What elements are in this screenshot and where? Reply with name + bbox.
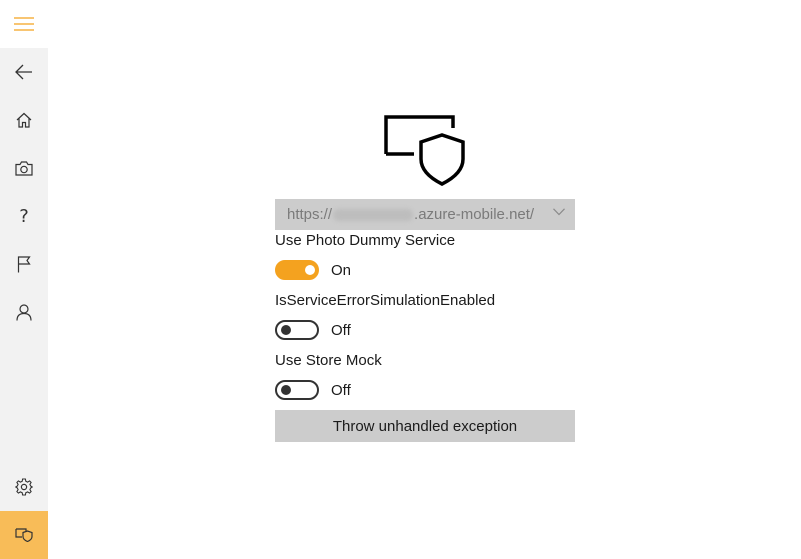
setting-label: Use Photo Dummy Service xyxy=(275,232,456,249)
home-icon xyxy=(16,112,32,128)
redacted-segment xyxy=(333,209,414,222)
debug-settings-page: https://.azure-mobile.net/ Use Photo Dum… xyxy=(48,0,801,559)
setting-label: Use Store Mock xyxy=(275,352,382,369)
store-mock-toggle[interactable] xyxy=(275,380,319,400)
flag-icon xyxy=(17,255,31,272)
hamburger-menu-button[interactable] xyxy=(0,0,48,48)
toggle-state-text: Off xyxy=(331,322,351,339)
throw-exception-button[interactable]: Throw unhandled exception xyxy=(275,410,575,442)
toggle-knob xyxy=(281,325,291,335)
nav-item-account[interactable] xyxy=(0,288,48,336)
toggle-state-text: Off xyxy=(331,382,351,399)
person-icon xyxy=(16,303,32,321)
nav-item-debug[interactable] xyxy=(0,511,48,559)
camera-icon xyxy=(15,160,33,176)
toggle-knob xyxy=(305,265,315,275)
chevron-down-icon xyxy=(553,208,565,216)
nav-item-camera[interactable] xyxy=(0,144,48,192)
debug-shield-icon xyxy=(15,528,33,542)
service-url-text: https://.azure-mobile.net/ xyxy=(287,206,535,223)
toggle-knob xyxy=(281,385,291,395)
toggle-state-text: On xyxy=(331,262,352,279)
back-icon xyxy=(15,64,32,80)
setting-label: IsServiceErrorSimulationEnabled xyxy=(275,292,496,309)
hamburger-icon xyxy=(14,17,34,31)
help-icon: ? xyxy=(19,205,29,227)
navigation-pane: ? xyxy=(0,0,48,559)
settings-icon xyxy=(15,478,33,496)
nav-item-settings[interactable] xyxy=(0,463,48,511)
service-url-combobox[interactable]: https://.azure-mobile.net/ xyxy=(275,199,575,230)
nav-item-flag[interactable] xyxy=(0,240,48,288)
nav-item-help[interactable]: ? xyxy=(0,192,48,240)
back-button[interactable] xyxy=(0,48,48,96)
service-error-simulation-toggle[interactable] xyxy=(275,320,319,340)
nav-item-home[interactable] xyxy=(0,96,48,144)
debug-shield-icon xyxy=(384,115,465,186)
photo-dummy-service-toggle[interactable] xyxy=(275,260,319,280)
